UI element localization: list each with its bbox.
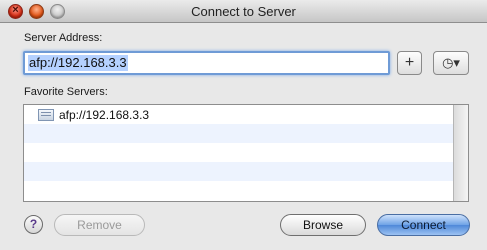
plus-icon: + — [404, 54, 415, 71]
server-address-label: Server Address: — [24, 32, 103, 44]
help-button[interactable]: ? — [24, 215, 43, 234]
list-item-label: afp://192.168.3.3 — [59, 108, 150, 122]
recent-servers-button[interactable]: ◷▾ — [433, 51, 469, 75]
server-address-input[interactable]: afp://192.168.3.3 — [23, 51, 390, 75]
list-item[interactable]: afp://192.168.3.3 — [24, 105, 454, 124]
server-address-value: afp://192.168.3.3 — [28, 55, 128, 71]
list-row-empty — [24, 124, 454, 143]
list-row-empty — [24, 181, 454, 200]
browse-button[interactable]: Browse — [280, 214, 366, 236]
add-favorite-button[interactable]: + — [397, 51, 422, 75]
list-row-empty — [24, 162, 454, 181]
server-icon — [38, 109, 54, 121]
list-row-empty — [24, 143, 454, 162]
connect-button[interactable]: Connect — [377, 214, 470, 236]
window-title: Connect to Server — [191, 4, 296, 19]
title-bar: × Connect to Server — [0, 0, 487, 23]
remove-button[interactable]: Remove — [54, 214, 145, 236]
clock-icon: ◷▾ — [442, 55, 460, 70]
favorite-servers-list[interactable]: afp://192.168.3.3 — [23, 104, 469, 202]
favorite-servers-label: Favorite Servers: — [24, 86, 108, 98]
list-scrollbar[interactable] — [453, 105, 468, 201]
